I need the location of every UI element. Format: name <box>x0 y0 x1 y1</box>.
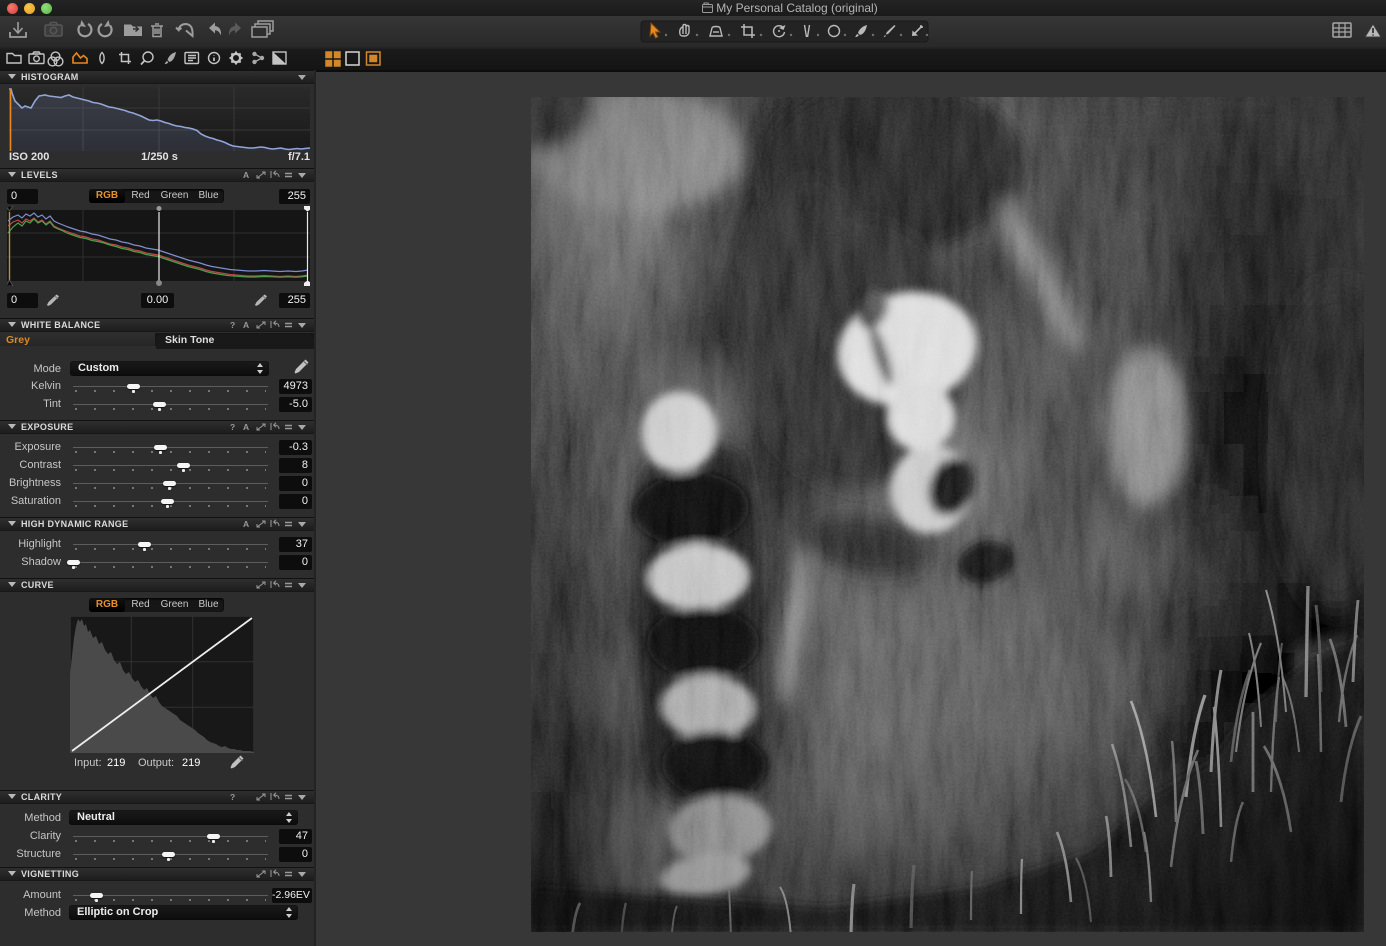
svg-text:A: A <box>243 422 249 432</box>
svg-text:?: ? <box>230 320 235 330</box>
svg-text:?: ? <box>230 422 235 432</box>
svg-text:?: ? <box>230 792 235 802</box>
svg-text:A: A <box>243 519 249 529</box>
svg-text:A: A <box>243 170 249 180</box>
svg-text:A: A <box>243 320 249 330</box>
